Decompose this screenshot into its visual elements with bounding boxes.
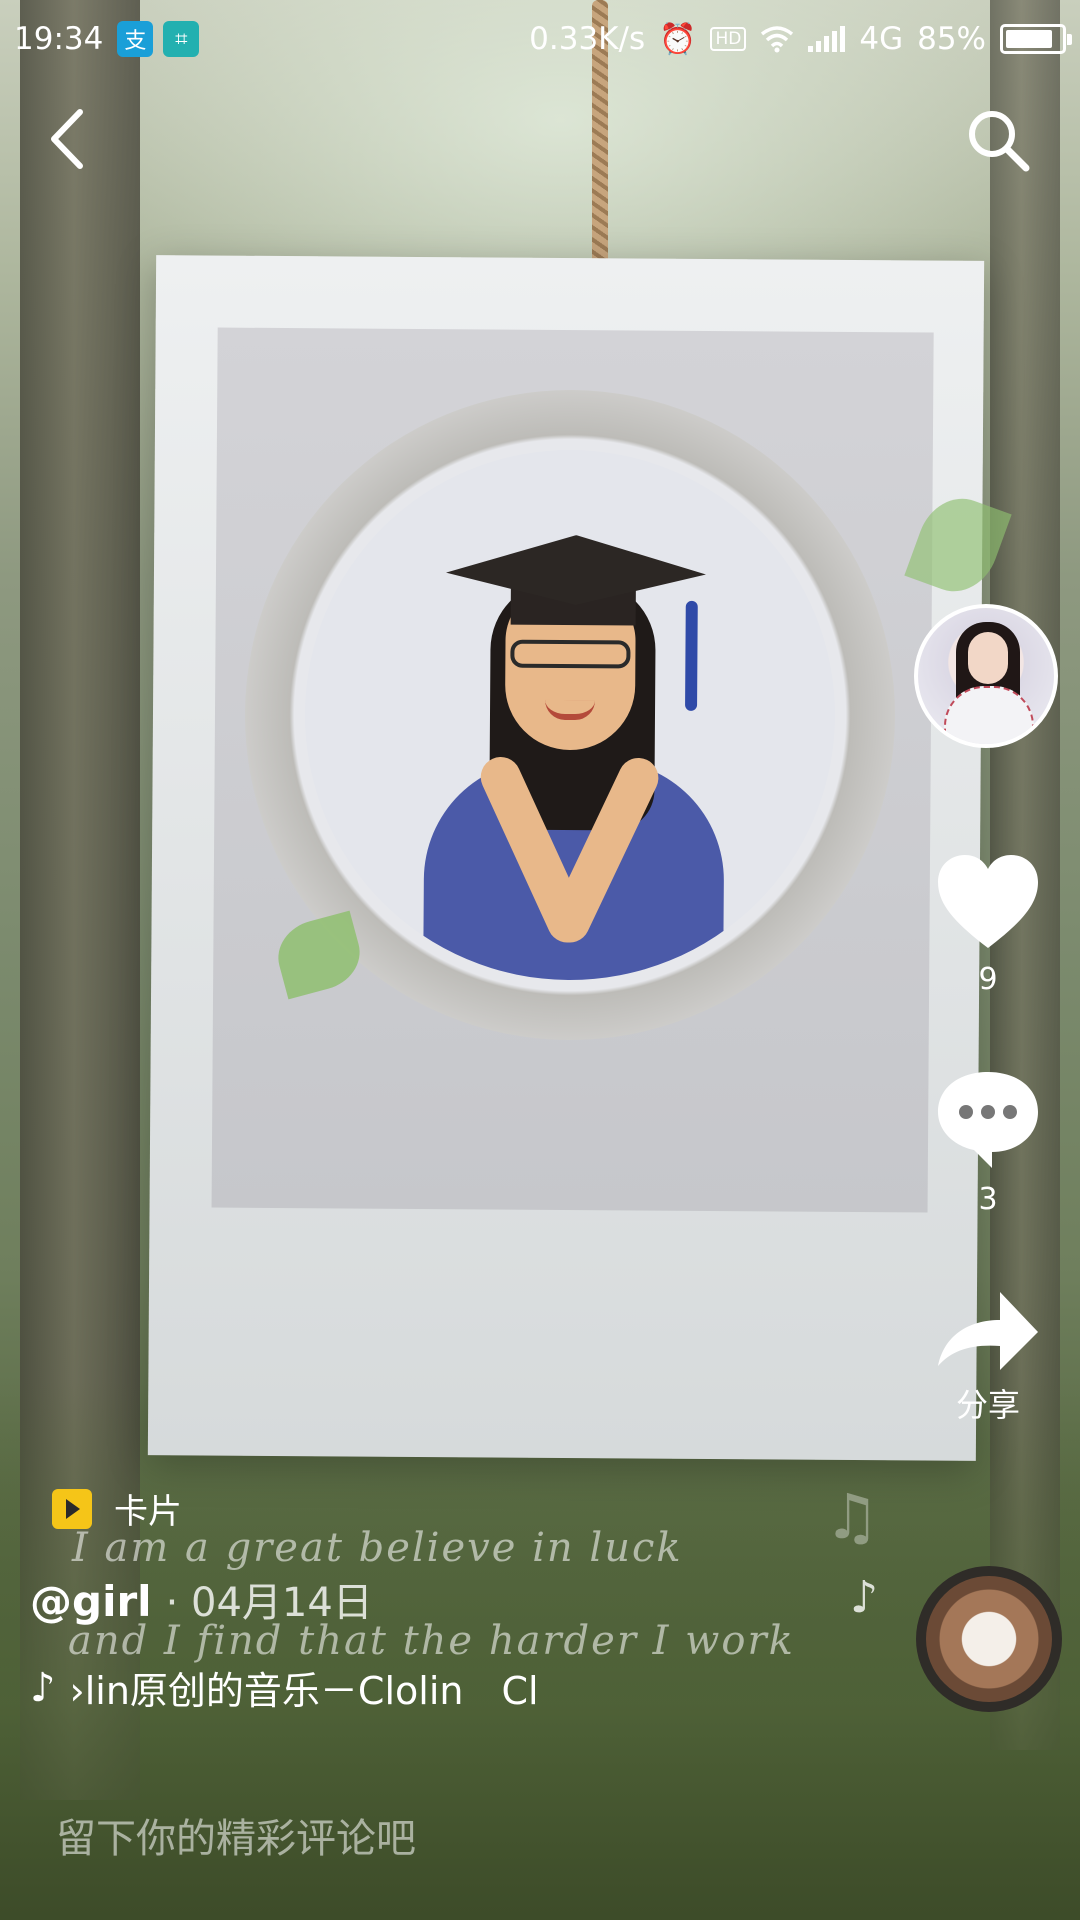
heart-icon — [938, 855, 1038, 948]
cap-tassel — [685, 600, 698, 711]
back-icon[interactable] — [44, 104, 94, 174]
post-date: · 04月14日 — [165, 1580, 373, 1626]
scan-icon: ⌗ — [163, 21, 200, 57]
like-count: 9 — [978, 962, 998, 997]
status-bar: 19:34 支 ⌗ 0.33K/s ⏰ HD 4G 85% — [0, 0, 1080, 78]
hd-icon: HD — [710, 27, 747, 51]
music-note-icon: ♫ — [824, 1480, 880, 1553]
like-button[interactable]: 9 — [928, 852, 1048, 997]
status-time: 19:34 — [14, 21, 104, 57]
alarm-icon: ⏰ — [659, 21, 697, 57]
share-icon — [938, 1292, 1038, 1370]
card-tag[interactable]: 卡片 — [52, 1484, 182, 1533]
battery-icon — [1000, 24, 1072, 54]
comment-input[interactable]: 留下你的精彩评论吧 — [56, 1806, 416, 1864]
alipay-icon: 支 — [117, 21, 154, 57]
author-avatar[interactable] — [914, 604, 1058, 748]
card-icon — [52, 1488, 92, 1529]
tiktok-note-icon: ♪ — [30, 1664, 56, 1711]
music-title: ›lin原创的音乐－Clolin Cl — [69, 1669, 539, 1713]
signal-icon — [808, 26, 846, 52]
glasses — [510, 639, 631, 669]
graduate-photo — [303, 448, 837, 982]
graduation-cap — [446, 534, 706, 606]
avatar-face — [968, 632, 1008, 684]
search-icon[interactable] — [964, 106, 1034, 176]
comment-button[interactable]: 3 — [928, 1068, 1048, 1217]
card-label: 卡片 — [114, 1492, 182, 1532]
share-label: 分享 — [955, 1386, 1020, 1424]
hands — [463, 729, 674, 930]
author-name[interactable]: @girl — [30, 1577, 152, 1626]
photo-area — [211, 327, 934, 1213]
music-note-icon: ♪ — [850, 1572, 879, 1623]
music-marquee[interactable]: ♪ ›lin原创的音乐－Clolin Cl — [30, 1660, 590, 1715]
author-line: @girl · 04月14日 — [30, 1570, 373, 1628]
comment-count: 3 — [978, 1182, 998, 1217]
avatar-dress — [944, 686, 1034, 744]
music-disc[interactable] — [916, 1566, 1062, 1712]
polaroid-frame — [147, 255, 985, 1461]
comment-icon — [938, 1072, 1038, 1168]
network-type: 4G — [859, 21, 904, 57]
share-button[interactable]: 分享 — [928, 1286, 1048, 1426]
wifi-icon — [761, 26, 794, 53]
battery-percent: 85% — [917, 21, 986, 57]
net-speed: 0.33K/s — [529, 21, 646, 57]
